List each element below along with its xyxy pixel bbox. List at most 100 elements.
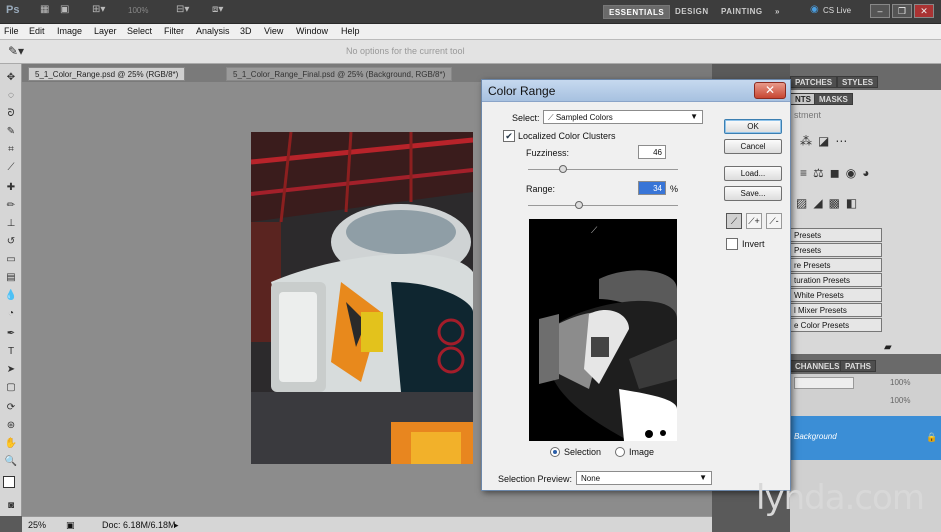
minimize-button[interactable]: – — [870, 4, 890, 18]
range-field[interactable]: 34 — [638, 181, 666, 195]
more-workspaces-icon[interactable]: » — [770, 5, 785, 19]
zoom-status[interactable]: 25% — [28, 520, 46, 530]
dodge-tool-icon[interactable]: ◔ — [4, 308, 18, 320]
status-menu-icon[interactable]: ▸ — [174, 520, 179, 531]
menu-image[interactable]: Image — [57, 26, 82, 36]
preset-item-6[interactable]: l Mixer Presets — [790, 303, 882, 317]
adjustment-icons-row-3[interactable]: ▨◢▩◧ — [796, 196, 863, 210]
gradient-tool-icon[interactable]: ▤ — [4, 272, 18, 284]
menu-filter[interactable]: Filter — [164, 26, 184, 36]
menu-view[interactable]: View — [264, 26, 283, 36]
preset-item-3[interactable]: re Presets — [790, 258, 882, 272]
preset-item-1[interactable]: Presets — [790, 228, 882, 242]
tab-patches[interactable]: PATCHES — [790, 76, 838, 88]
eyedropper-minus-icon[interactable]: ⟋- — [766, 213, 782, 229]
blend-mode-select[interactable] — [794, 377, 854, 389]
preset-item-4[interactable]: turation Presets — [790, 273, 882, 287]
bridge-icon[interactable]: ▦ — [40, 4, 49, 19]
move-tool-icon[interactable]: ✥ — [4, 72, 18, 84]
range-slider-thumb[interactable] — [575, 201, 583, 209]
zoom-tool-icon[interactable]: 🔍 — [4, 456, 18, 468]
preset-item-7[interactable]: e Color Presets — [790, 318, 882, 332]
history-brush-tool-icon[interactable]: ↺ — [4, 236, 18, 248]
tab-masks[interactable]: MASKS — [814, 93, 853, 105]
jet-photo[interactable] — [251, 132, 473, 464]
preset-item-2[interactable]: Presets — [790, 243, 882, 257]
crop-tool-icon[interactable]: ⌗ — [4, 144, 18, 156]
selection-preview[interactable]: ⟋ — [529, 219, 677, 441]
tab-paths[interactable]: PATHS — [840, 360, 876, 372]
fuzziness-slider-thumb[interactable] — [559, 165, 567, 173]
menu-help[interactable]: Help — [341, 26, 360, 36]
brush-tool-icon[interactable]: ✏ — [4, 200, 18, 212]
view-extras-icon[interactable]: ⊞▾ — [92, 4, 105, 19]
workspace-design[interactable]: DESIGN — [670, 5, 714, 19]
tab-adjustments[interactable]: NTS — [790, 93, 816, 105]
lasso-tool-icon[interactable]: ᘐ — [4, 108, 18, 120]
document-tab-color-range[interactable]: 5_1_Color_Range.psd @ 25% (RGB/8*) — [28, 67, 186, 81]
menu-edit[interactable]: Edit — [29, 26, 45, 36]
fill-value[interactable]: 100% — [890, 396, 910, 405]
image-radio[interactable] — [615, 447, 625, 457]
adjustment-icons-row-2[interactable]: ≡⚖◼◉◕ — [800, 166, 875, 180]
panel-footer-icon[interactable]: ▰ — [884, 342, 892, 353]
localized-checkbox[interactable]: ✔ — [503, 130, 515, 142]
close-button[interactable]: ✕ — [914, 4, 934, 18]
selection-preview-dropdown[interactable]: None ▼ — [576, 471, 712, 485]
eyedropper-icon[interactable]: ⟋ — [726, 213, 742, 229]
workspace-essentials[interactable]: ESSENTIALS — [603, 5, 671, 19]
document-tab-color-range-final[interactable]: 5_1_Color_Range_Final.psd @ 25% (Backgro… — [226, 67, 453, 81]
fuzziness-field[interactable]: 46 — [638, 145, 666, 159]
range-slider[interactable] — [528, 205, 678, 206]
background-layer-row[interactable]: Background 🔒 — [790, 416, 941, 460]
preset-item-5[interactable]: White Presets — [790, 288, 882, 302]
dialog-close-button[interactable]: ✕ — [754, 82, 786, 99]
mini-bridge-icon[interactable]: ▣ — [60, 4, 69, 19]
select-dropdown[interactable]: ⟋ Sampled Colors ▼ — [543, 110, 703, 124]
3d-rotate-tool-icon[interactable]: ⟳ — [4, 402, 18, 414]
marquee-tool-icon[interactable]: ◌ — [4, 90, 18, 102]
menu-layer[interactable]: Layer — [94, 26, 117, 36]
fuzziness-slider[interactable] — [528, 169, 678, 170]
menu-select[interactable]: Select — [127, 26, 152, 36]
quick-mask-icon[interactable]: ◙ — [4, 500, 18, 512]
zoom-level[interactable]: 100% — [128, 6, 148, 21]
hand-tool-icon[interactable]: ✋ — [4, 438, 18, 450]
dialog-title-bar[interactable]: Color Range ✕ — [482, 80, 790, 102]
arrange-documents-icon[interactable]: ⊟▾ — [176, 4, 189, 19]
menu-analysis[interactable]: Analysis — [196, 26, 230, 36]
healing-brush-tool-icon[interactable]: ✚ — [4, 182, 18, 194]
blur-tool-icon[interactable]: 💧 — [4, 290, 18, 302]
opacity-value[interactable]: 100% — [890, 378, 910, 387]
3d-orbit-tool-icon[interactable]: ⊛ — [4, 420, 18, 432]
save-button[interactable]: Save... — [724, 186, 782, 201]
foreground-color-swatch[interactable] — [3, 476, 15, 488]
pen-tool-icon[interactable]: ✒ — [4, 328, 18, 340]
screen-mode-icon[interactable]: ⧈▾ — [212, 4, 223, 19]
clone-stamp-tool-icon[interactable]: ⊥ — [4, 218, 18, 230]
menu-file[interactable]: File — [4, 26, 19, 36]
shape-tool-icon[interactable]: ▢ — [4, 382, 18, 394]
background-layer-name[interactable]: Background — [794, 432, 837, 441]
quick-selection-tool-icon[interactable]: ✎ — [4, 126, 18, 138]
path-selection-tool-icon[interactable]: ➤ — [4, 364, 18, 376]
cancel-button[interactable]: Cancel — [724, 139, 782, 154]
workspace-painting[interactable]: PAINTING — [716, 5, 768, 19]
eyedropper-tool-preset-icon[interactable]: ✎▾ — [8, 44, 24, 58]
cs-live-label[interactable]: CS Live — [823, 6, 851, 21]
type-tool-icon[interactable]: T — [4, 346, 18, 358]
cs-live-icon[interactable]: ◉ — [810, 4, 819, 19]
adjustment-icons-row-1[interactable]: ⁂◪⋯ — [800, 134, 853, 148]
menu-3d[interactable]: 3D — [240, 26, 252, 36]
selection-radio[interactable] — [550, 447, 560, 457]
restore-button[interactable]: ❐ — [892, 4, 912, 18]
eraser-tool-icon[interactable]: ▭ — [4, 254, 18, 266]
tab-styles[interactable]: STYLES — [837, 76, 879, 88]
load-button[interactable]: Load... — [724, 166, 782, 181]
menu-window[interactable]: Window — [296, 26, 328, 36]
tab-channels[interactable]: CHANNELS — [790, 360, 845, 372]
invert-checkbox[interactable] — [726, 238, 738, 250]
eyedropper-tool-icon[interactable]: ⟋ — [4, 162, 18, 174]
ok-button[interactable]: OK — [724, 119, 782, 134]
eyedropper-plus-icon[interactable]: ⟋+ — [746, 213, 762, 229]
